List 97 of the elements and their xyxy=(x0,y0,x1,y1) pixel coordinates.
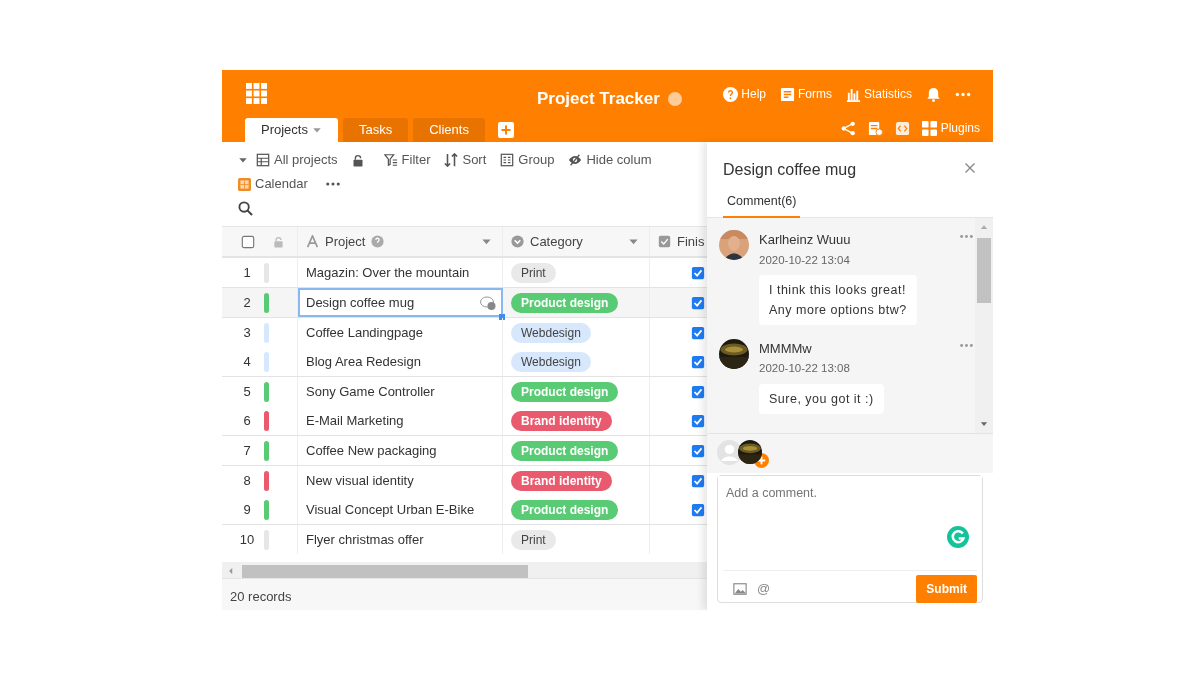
row-number: 8 xyxy=(242,471,252,490)
caret-icon xyxy=(311,125,322,135)
category-tag: Webdesign xyxy=(511,351,591,372)
mention-button[interactable]: @ xyxy=(757,578,771,599)
comment-author: MMMMw xyxy=(759,339,812,358)
bar-chart-icon xyxy=(846,86,861,102)
table-cell[interactable]: Sony Game Controller xyxy=(298,377,503,406)
hide-button[interactable]: Hide colum xyxy=(568,150,652,170)
hidden-eye-icon xyxy=(568,153,583,167)
table-cell[interactable]: Visual Concept Urban E-Bike xyxy=(298,495,503,524)
plugins-icon xyxy=(921,120,937,136)
table-cell[interactable]: Design coffee mug xyxy=(298,288,503,317)
column-header[interactable]: Category xyxy=(530,231,583,252)
category-tag: Brand identity xyxy=(511,410,612,431)
finished-checkbox[interactable] xyxy=(691,354,705,369)
form-settings-icon[interactable] xyxy=(867,120,883,136)
panel-title: Design coffee mug xyxy=(723,160,857,180)
comment-icon[interactable] xyxy=(480,295,496,311)
calendar-button[interactable]: Calendar xyxy=(238,174,308,194)
help-icon xyxy=(723,86,739,102)
group-icon xyxy=(500,153,515,167)
filter-button[interactable]: Filter xyxy=(383,150,431,170)
fill-handle[interactable] xyxy=(499,314,505,320)
caret-icon[interactable] xyxy=(628,236,639,247)
record-count: 20 records xyxy=(230,589,292,604)
text-type-icon xyxy=(306,235,319,248)
add-participant-icon[interactable] xyxy=(754,453,769,469)
table-cell[interactable]: E-Mail Marketing xyxy=(298,406,503,435)
row-number: 6 xyxy=(242,411,252,430)
table-icon xyxy=(256,153,270,167)
row-number: 3 xyxy=(242,323,252,342)
table-cell[interactable]: Coffee Landingpage xyxy=(298,318,503,347)
finished-checkbox[interactable] xyxy=(691,265,705,280)
board-title: Project Tracker xyxy=(537,88,660,110)
category-tag: Webdesign xyxy=(511,322,591,343)
user-avatar-icon xyxy=(717,440,742,465)
caret-icon[interactable] xyxy=(481,236,492,247)
single-select-icon xyxy=(511,235,524,248)
sort-icon xyxy=(444,153,459,167)
category-tag: Product design xyxy=(511,440,619,461)
row-number: 9 xyxy=(242,500,252,519)
row-number: 5 xyxy=(242,382,252,401)
comment-time: 2020-10-22 13:08 xyxy=(759,361,851,377)
category-tag: Brand identity xyxy=(511,470,612,491)
finished-checkbox[interactable] xyxy=(691,384,705,399)
category-tag: Print xyxy=(511,262,556,283)
bell-icon[interactable] xyxy=(926,86,941,102)
finished-checkbox[interactable] xyxy=(691,413,705,428)
group-button[interactable]: Group xyxy=(500,150,555,170)
caret-icon[interactable] xyxy=(238,155,248,165)
comment-time: 2020-10-22 13:04 xyxy=(759,252,851,268)
view-selector[interactable]: All projects xyxy=(256,150,338,170)
column-header[interactable]: Project xyxy=(325,231,366,252)
add-tab-icon[interactable] xyxy=(497,121,514,138)
row-number: 10 xyxy=(238,530,256,549)
info-icon[interactable] xyxy=(667,91,682,106)
apps-grid-icon[interactable] xyxy=(246,83,267,105)
row-number: 2 xyxy=(242,293,252,312)
finished-checkbox[interactable] xyxy=(691,325,705,340)
scrollbar-thumb[interactable] xyxy=(977,238,991,303)
comment-text: I think this looks great! Any more options btw? xyxy=(759,274,917,325)
table-tab[interactable]: Projects xyxy=(245,118,338,142)
help-icon xyxy=(371,235,385,248)
vertical-scrollbar[interactable] xyxy=(975,218,993,433)
filter-icon xyxy=(383,153,398,167)
search-icon[interactable] xyxy=(238,200,253,216)
form-icon xyxy=(780,86,795,102)
comment-box[interactable]: Add a comment. @ Submit xyxy=(717,475,983,603)
lock-icon[interactable] xyxy=(351,153,364,167)
comment-text: Sure, you got it :) xyxy=(759,383,884,414)
row-number: 1 xyxy=(242,263,252,282)
table-cell[interactable]: Coffee New packaging xyxy=(298,436,503,465)
comment-author: Karlheinz Wuuu xyxy=(759,231,851,249)
scrollbar-thumb[interactable] xyxy=(242,565,528,578)
checkbox-type-icon xyxy=(658,235,671,248)
finished-checkbox[interactable] xyxy=(691,443,705,458)
table-cell[interactable]: New visual identity xyxy=(298,466,503,495)
row-number: 7 xyxy=(242,441,252,460)
finished-checkbox[interactable] xyxy=(691,295,705,310)
calendar-icon xyxy=(238,177,251,191)
finished-checkbox[interactable] xyxy=(691,473,705,488)
close-icon[interactable] xyxy=(964,162,976,174)
column-header[interactable]: Finis xyxy=(677,231,705,252)
share-icon[interactable] xyxy=(840,120,856,136)
category-tag: Product design xyxy=(511,292,619,313)
category-tag: Print xyxy=(511,529,556,550)
lock-icon xyxy=(273,235,284,248)
table-cell[interactable]: Flyer christmas offer xyxy=(298,525,503,554)
row-number: 4 xyxy=(242,352,252,371)
category-tag: Product design xyxy=(511,499,619,520)
category-tag: Product design xyxy=(511,381,619,402)
code-icon[interactable] xyxy=(894,120,910,136)
image-icon[interactable] xyxy=(733,581,747,596)
table-cell[interactable]: Blog Area Redesign xyxy=(298,347,503,376)
select-all-checkbox[interactable] xyxy=(241,234,255,249)
sort-button[interactable]: Sort xyxy=(444,150,487,170)
finished-checkbox[interactable] xyxy=(691,502,705,517)
